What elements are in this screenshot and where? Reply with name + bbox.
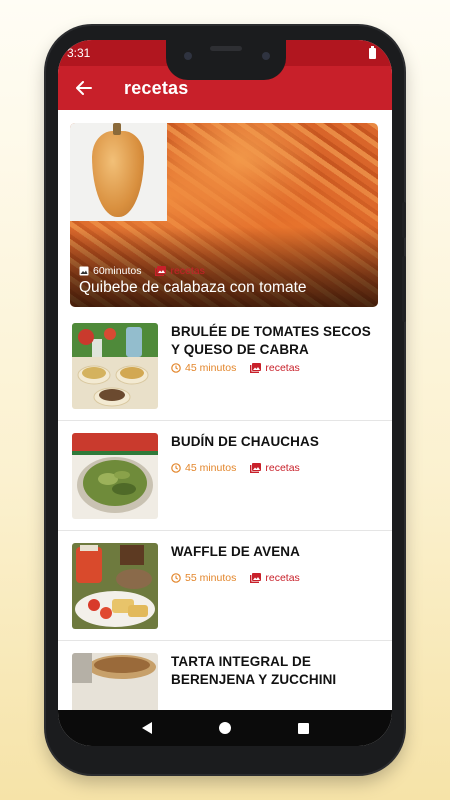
battery-icon [369,45,376,59]
speaker-icon [210,46,242,51]
recipe-list[interactable]: 60minutos recetas Quibebe de calabaza co… [58,110,392,710]
gallery-icon [250,363,262,373]
list-item[interactable]: BUDÍN DE CHAUCHAS 45 minutos recetas [58,421,392,531]
recipe-title: WAFFLE DE AVENA [171,544,300,559]
recipe-thumbnail [72,323,158,409]
nav-home-icon[interactable] [218,722,231,734]
clock-icon [171,573,181,583]
featured-meta: 60minutos recetas [79,265,205,277]
recipe-time: 55 minutos [185,572,237,584]
recipe-thumbnail [72,543,158,629]
front-camera-icon [184,52,192,60]
recipe-category: recetas [265,462,300,474]
list-item[interactable]: WAFFLE DE AVENA 55 minutos recetas [58,531,392,641]
nav-back-icon[interactable] [141,722,152,734]
recipe-thumbnail [72,433,158,519]
arrow-left-icon [76,81,92,95]
featured-recipe-card[interactable]: 60minutos recetas Quibebe de calabaza co… [70,123,378,307]
recipe-title: TARTA INTEGRAL DE BERENJENA Y ZUCCHINI [171,654,337,687]
gallery-icon [155,266,167,276]
clock-icon [171,463,181,473]
recipe-meta: 45 minutos recetas [171,462,300,474]
featured-recipe-image [70,123,167,221]
camera-notch [166,40,286,80]
recipe-time: 45 minutos [185,362,237,374]
image-icon [79,266,89,276]
recipe-thumbnail [72,653,158,710]
list-item[interactable]: TARTA INTEGRAL DE BERENJENA Y ZUCCHINI [58,641,392,710]
recipe-category: recetas [265,362,300,374]
screen: 3:31 recetas 60minutos recetas Quibebe d… [58,40,392,746]
phone-frame: 3:31 recetas 60minutos recetas Quibebe d… [46,26,406,774]
system-nav-bar [58,710,392,746]
recipe-meta: 45 minutos recetas [171,362,300,374]
front-camera-icon [262,52,270,60]
recipe-time: 45 minutos [185,462,237,474]
recipe-title: BUDÍN DE CHAUCHAS [171,434,319,449]
power-button [402,202,406,238]
recipe-category: recetas [265,572,300,584]
list-item[interactable]: BRULÉE DE TOMATES SECOS Y QUESO DE CABRA… [58,311,392,421]
recipe-meta: 55 minutos recetas [171,572,300,584]
status-time: 3:31 [67,46,91,60]
recipe-title: BRULÉE DE TOMATES SECOS Y QUESO DE CABRA [171,324,371,357]
squash-image [92,123,144,217]
page-title: recetas [124,77,189,98]
back-button[interactable] [62,66,106,110]
featured-category: recetas [170,265,205,277]
clock-icon [171,363,181,373]
featured-time: 60minutos [93,265,142,277]
volume-button [402,256,406,322]
featured-title: Quibebe de calabaza con tomate [79,279,307,296]
gallery-icon [250,573,262,583]
gallery-icon [250,463,262,473]
nav-recents-icon[interactable] [297,722,309,734]
